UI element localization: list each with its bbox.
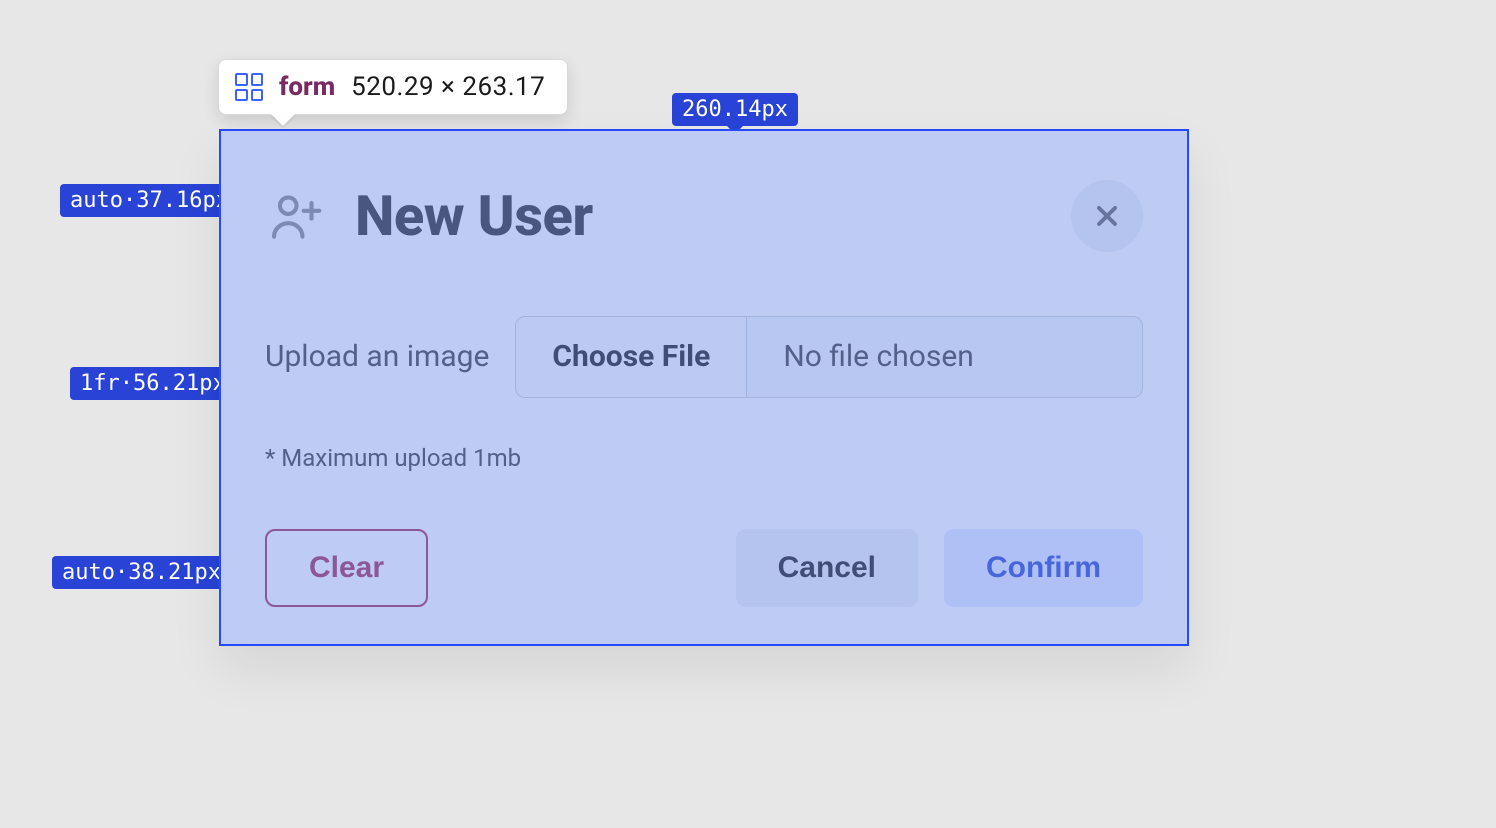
dialog-body: Upload an image Choose File No file chos…	[265, 261, 1143, 526]
cancel-button[interactable]: Cancel	[736, 529, 918, 607]
upload-hint: * Maximum upload 1mb	[265, 444, 1143, 472]
grid-icon	[235, 73, 263, 101]
close-button[interactable]	[1071, 180, 1143, 252]
dialog-title: New User	[355, 183, 593, 249]
grid-column-measure: 260.14px	[672, 93, 798, 126]
file-status-text: No file chosen	[747, 317, 1010, 397]
tooltip-dimensions: 520.29 × 263.17	[351, 72, 545, 102]
dialog-footer: Clear Cancel Confirm	[265, 526, 1143, 610]
confirm-button[interactable]: Confirm	[944, 529, 1143, 607]
user-plus-icon	[265, 185, 327, 247]
grid-row-measure-1: auto·37.16px	[60, 184, 239, 217]
upload-label: Upload an image	[265, 339, 489, 374]
grid-row-measure-3: auto·38.21px	[52, 556, 231, 589]
file-input[interactable]: Choose File No file chosen	[515, 316, 1143, 398]
upload-row: Upload an image Choose File No file chos…	[265, 316, 1143, 398]
clear-button[interactable]: Clear	[265, 529, 428, 607]
tooltip-element-tag: form	[279, 72, 335, 102]
grid-row-measure-2: 1fr·56.21px	[70, 367, 236, 400]
dialog-header: New User	[265, 171, 1143, 261]
choose-file-button[interactable]: Choose File	[516, 317, 747, 397]
new-user-form: New User Upload an image Choose File No …	[219, 129, 1189, 646]
devtools-element-tooltip: form 520.29 × 263.17	[218, 59, 568, 115]
